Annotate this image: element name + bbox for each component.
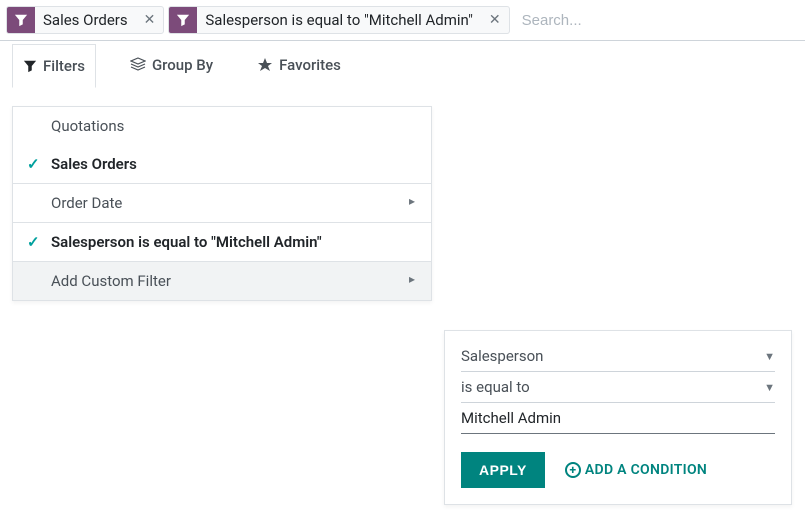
funnel-icon: [169, 7, 197, 33]
input-value: Mitchell Admin: [461, 409, 561, 427]
plus-circle-icon: +: [565, 462, 581, 478]
add-condition-label: ADD A CONDITION: [585, 462, 707, 478]
custom-filter-value-input[interactable]: Mitchell Admin: [461, 403, 775, 434]
chip-label: Salesperson is equal to "Mitchell Admin": [197, 11, 481, 29]
filter-toolbar: Filters Group By Favorites: [0, 41, 805, 89]
add-condition-button[interactable]: + ADD A CONDITION: [565, 462, 707, 478]
custom-filter-field-select[interactable]: Salesperson ▼: [461, 341, 775, 372]
tab-favorites[interactable]: Favorites: [247, 44, 351, 86]
close-icon[interactable]: ✕: [136, 12, 164, 28]
chip-label: Sales Orders: [35, 11, 136, 29]
select-value: is equal to: [461, 378, 530, 396]
chevron-down-icon: ▼: [764, 350, 775, 363]
filter-option-order-date[interactable]: Order Date: [13, 184, 431, 222]
custom-filter-operator-select[interactable]: is equal to ▼: [461, 372, 775, 403]
filter-option-quotations[interactable]: Quotations: [13, 107, 431, 145]
chevron-down-icon: ▼: [764, 381, 775, 394]
custom-filter-panel: Salesperson ▼ is equal to ▼ Mitchell Adm…: [444, 330, 792, 505]
filter-option-add-custom[interactable]: Add Custom Filter: [13, 262, 431, 300]
tab-label: Favorites: [279, 56, 341, 74]
filter-option-salesperson[interactable]: Salesperson is equal to "Mitchell Admin": [13, 223, 431, 261]
search-input[interactable]: [514, 8, 799, 33]
star-icon: [257, 57, 273, 73]
tab-filters[interactable]: Filters: [12, 44, 96, 88]
tab-label: Group By: [152, 56, 213, 74]
select-value: Salesperson: [461, 347, 543, 365]
filter-chip-salesperson[interactable]: Salesperson is equal to "Mitchell Admin"…: [168, 6, 509, 34]
layers-icon: [130, 57, 146, 73]
tab-label: Filters: [43, 57, 85, 75]
tab-group-by[interactable]: Group By: [120, 44, 223, 86]
funnel-icon: [7, 7, 35, 33]
search-bar: Sales Orders ✕ Salesperson is equal to "…: [0, 0, 805, 41]
filters-dropdown: Quotations Sales Orders Order Date Sales…: [12, 106, 432, 301]
close-icon[interactable]: ✕: [481, 12, 509, 28]
filter-chip-sales-orders[interactable]: Sales Orders ✕: [6, 6, 164, 34]
apply-button[interactable]: APPLY: [461, 452, 545, 488]
custom-filter-actions: APPLY + ADD A CONDITION: [461, 452, 775, 488]
funnel-icon: [23, 59, 37, 73]
filter-option-sales-orders[interactable]: Sales Orders: [13, 145, 431, 183]
